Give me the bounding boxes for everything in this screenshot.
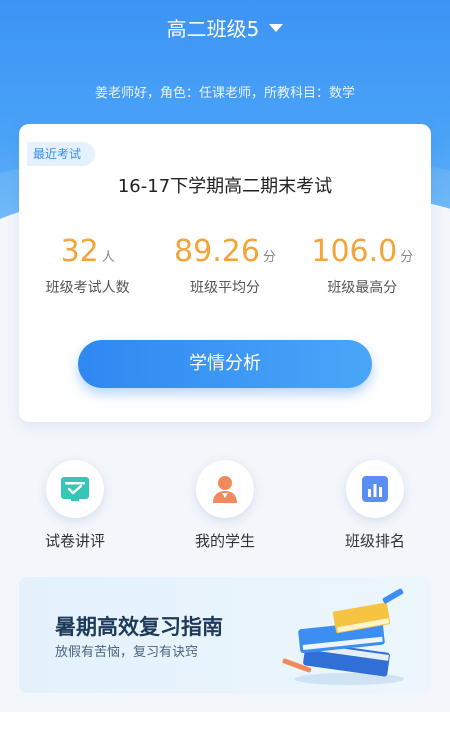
shortcut-menu: 试卷讲评 我的学生 班级排名	[0, 460, 450, 560]
banner-subtitle: 放假有苦恼，复习有诀窍	[55, 645, 199, 660]
shortcut-label: 我的学生	[194, 532, 255, 550]
shortcut-paper-review[interactable]: 试卷讲评	[20, 460, 130, 551]
stat-label: 班级考试人数	[45, 280, 130, 296]
exam-stats: 32 人 班级考试人数 89.26 分 班级平均分 106.0 分 班级最高分	[19, 234, 431, 297]
bottom-tab-bar	[0, 712, 450, 750]
banner-title: 暑期高效复习指南	[55, 615, 223, 639]
stat-unit: 分	[262, 250, 276, 265]
teacher-info: 姜老师好，角色：任课老师，所教科目：数学	[94, 86, 355, 101]
student-icon	[213, 476, 237, 503]
recent-exam-card: 最近考试 16-17下学期高二期末考试 32 人 班级考试人数 89.26 分 班级…	[19, 124, 431, 422]
stat-highest: 106.0 分 班级最高分	[294, 234, 431, 297]
exam-name: 16-17下学期高二期末考试	[117, 176, 333, 197]
class-selector[interactable]: 高二班级5	[0, 12, 450, 42]
shortcut-class-ranking[interactable]: 班级排名	[320, 460, 430, 551]
chevron-down-icon	[269, 24, 284, 32]
stat-value: 106.0	[311, 234, 398, 269]
shortcut-my-students[interactable]: 我的学生	[170, 460, 280, 551]
class-title: 高二班级5	[166, 16, 260, 41]
stat-unit: 人	[101, 250, 115, 265]
stat-label: 班级平均分	[189, 280, 260, 296]
review-guide-banner[interactable]: 暑期高效复习指南 放假有苦恼，复习有诀窍	[19, 577, 431, 693]
student-icon-circle	[196, 460, 254, 518]
bar-chart-icon	[362, 476, 388, 502]
shortcut-label: 试卷讲评	[44, 532, 105, 550]
recent-exam-badge: 最近考试	[27, 142, 96, 166]
stat-participants: 32 人 班级考试人数	[19, 234, 156, 297]
paper-review-icon	[61, 477, 89, 501]
paper-review-icon-circle	[46, 460, 104, 518]
stat-value: 89.26	[174, 234, 260, 269]
stat-label: 班级最高分	[327, 280, 398, 296]
stat-value: 32	[60, 234, 99, 269]
stat-average: 89.26 分 班级平均分	[156, 234, 293, 297]
books-illustration	[282, 588, 404, 685]
stat-unit: 分	[400, 250, 414, 265]
analysis-button[interactable]: 学情分析	[78, 340, 372, 388]
shortcut-label: 班级排名	[344, 532, 405, 550]
bar-chart-icon-circle	[346, 460, 404, 518]
